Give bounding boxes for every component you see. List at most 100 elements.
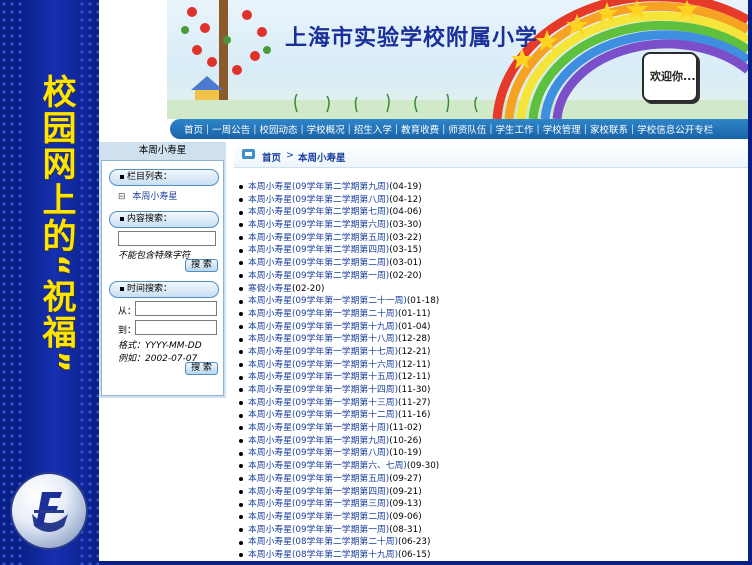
article-date: (01-11) xyxy=(398,308,431,319)
article-link[interactable]: 本周小寿星(09学年第二学期第一周) xyxy=(248,270,389,283)
nav-item[interactable]: 首页 xyxy=(184,122,203,136)
article-link[interactable]: 本周小寿星(09学年第一学期第二十周) xyxy=(248,308,398,321)
bullet-icon xyxy=(239,185,243,190)
nav-item[interactable]: 学校概况 xyxy=(307,122,345,136)
time-search-header-label: 时间搜索： xyxy=(127,284,173,294)
article-link[interactable]: 本周小寿星(09学年第二学期第五周) xyxy=(248,232,389,245)
article-link[interactable]: 本周小寿星(09学年第一学期第十三周) xyxy=(248,397,398,410)
list-item: 本周小寿星(09学年第一学期第三周) (09-13) xyxy=(239,498,744,511)
nav-item[interactable]: 学生工作 xyxy=(496,122,534,136)
list-item: 本周小寿星(09学年第一学期第十五周) (12-11) xyxy=(239,371,744,384)
nav-item[interactable]: 学校管理 xyxy=(543,122,581,136)
bullet-icon xyxy=(120,174,124,179)
list-item: 本周小寿星(09学年第一学期第十四周) (11-30) xyxy=(239,384,744,397)
article-link[interactable]: 本周小寿星(09学年第二学期第八周) xyxy=(248,194,389,207)
article-date: (11-30) xyxy=(398,385,431,395)
breadcrumb-home-link[interactable]: 首页 xyxy=(262,150,281,164)
article-link[interactable]: 本周小寿星(09学年第一学期第十八周) xyxy=(248,333,398,346)
article-link[interactable]: 本周小寿星(09学年第一学期第十五周) xyxy=(248,371,398,384)
article-date: (04-06) xyxy=(389,207,422,218)
nav-item[interactable]: 招生入学 xyxy=(354,122,392,136)
article-link[interactable]: 寒假小寿星 xyxy=(248,283,292,296)
nav-item[interactable]: 教育收费 xyxy=(401,122,439,136)
bullet-icon xyxy=(239,426,243,431)
list-item: 本周小寿星(09学年第一学期第十三周) (11-27) xyxy=(239,397,744,410)
article-link[interactable]: 本周小寿星(09学年第一学期第八周) xyxy=(248,447,389,460)
article-link[interactable]: 本周小寿星(09学年第一学期第九周) xyxy=(248,435,389,448)
nav-separator: | xyxy=(583,123,587,135)
article-link[interactable]: 本周小寿星(09学年第二学期第四周) xyxy=(248,244,389,257)
bullet-icon xyxy=(239,286,243,291)
article-link[interactable]: 本周小寿星(09学年第二学期第九周) xyxy=(248,181,389,194)
sidebar-panel: 栏目列表： ⊟ 本周小寿星 内容搜索： 不能包含特殊字符 搜 索 时间搜索： 从… xyxy=(101,160,224,396)
article-date: (09-21) xyxy=(389,486,422,497)
article-link[interactable]: 本周小寿星(09学年第一学期第五周) xyxy=(248,473,389,486)
content-search-input[interactable] xyxy=(118,231,216,246)
bullet-icon xyxy=(239,553,243,558)
article-link[interactable]: 本周小寿星(09学年第一学期第十六周) xyxy=(248,359,398,372)
article-link[interactable]: 本周小寿星(08学年第二学期第二十周) xyxy=(248,536,398,549)
slide-right-border xyxy=(748,0,752,565)
article-link[interactable]: 本周小寿星(09学年第一学期第十七周) xyxy=(248,346,398,359)
list-item: 本周小寿星(09学年第一学期第二十一周) (01-18) xyxy=(239,295,744,308)
article-link[interactable]: 本周小寿星(09学年第一学期第十九周) xyxy=(248,321,398,334)
article-date: (11-02) xyxy=(389,423,422,434)
article-date: (09-06) xyxy=(389,511,422,522)
category-item-row[interactable]: ⊟ 本周小寿星 xyxy=(118,189,177,202)
breadcrumb: 首页 > 本周小寿星 xyxy=(234,142,748,168)
bullet-icon xyxy=(239,261,243,266)
time-search-button[interactable]: 搜 索 xyxy=(185,362,218,375)
site-banner: 上海市实验学校附属小学 欢迎你... xyxy=(167,0,748,119)
article-date: (09-13) xyxy=(389,499,422,510)
nav-item[interactable]: 师资队伍 xyxy=(448,122,486,136)
nav-item[interactable]: 校园动态 xyxy=(259,122,297,136)
list-item: 本周小寿星(09学年第一学期第二十周) (01-11) xyxy=(239,308,744,321)
school-name: 上海市实验学校附属小学 xyxy=(285,26,539,51)
article-link[interactable]: 本周小寿星(09学年第一学期第六、七周) xyxy=(248,460,407,473)
article-link[interactable]: 本周小寿星(09学年第二学期第六周) xyxy=(248,219,389,232)
article-link[interactable]: 本周小寿星(09学年第一学期第十四周) xyxy=(248,384,398,397)
expand-minus-icon: ⊟ xyxy=(118,192,126,202)
list-item: 本周小寿星(08学年第二学期第十九周) (06-15) xyxy=(239,549,744,562)
article-link[interactable]: 本周小寿星(08学年第二学期第十九周) xyxy=(248,549,398,562)
article-link[interactable]: 本周小寿星(09学年第一学期第一周) xyxy=(248,524,389,537)
article-date: (09-27) xyxy=(389,473,422,484)
article-date: (03-01) xyxy=(389,258,422,269)
content-search-header-label: 内容搜索： xyxy=(127,214,173,224)
article-date: (03-15) xyxy=(389,245,422,256)
bullet-icon xyxy=(239,375,243,380)
bullet-icon xyxy=(239,388,243,393)
list-item: 本周小寿星(08学年第二学期第二十周) (06-23) xyxy=(239,536,744,549)
article-link[interactable]: 本周小寿星(09学年第二学期第七周) xyxy=(248,206,389,219)
list-item: 本周小寿星(09学年第一学期第六、七周) (09-30) xyxy=(239,460,744,473)
article-link[interactable]: 本周小寿星(09学年第二学期第二周) xyxy=(248,257,389,270)
category-list-header: 栏目列表： xyxy=(109,169,219,186)
nav-item[interactable]: 一周公告 xyxy=(212,122,250,136)
list-item: 本周小寿星(09学年第一学期第十六周) (12-11) xyxy=(239,359,744,372)
list-item: 本周小寿星(09学年第二学期第七周) (04-06) xyxy=(239,206,744,219)
time-search-header: 时间搜索： xyxy=(109,281,219,298)
nav-item[interactable]: 家校联系 xyxy=(590,122,628,136)
from-date-input[interactable] xyxy=(135,301,217,316)
article-link[interactable]: 本周小寿星(09学年第一学期第三周) xyxy=(248,498,389,511)
content-search-header: 内容搜索： xyxy=(109,211,219,228)
article-link[interactable]: 本周小寿星(09学年第一学期第十二周) xyxy=(248,409,398,422)
nav-separator: | xyxy=(394,123,399,135)
category-item-link[interactable]: 本周小寿星 xyxy=(132,192,177,202)
bullet-icon xyxy=(239,413,243,418)
to-date-input[interactable] xyxy=(135,320,217,335)
bullet-icon xyxy=(239,299,243,304)
article-link[interactable]: 本周小寿星(09学年第一学期第四周) xyxy=(248,486,389,499)
list-item: 本周小寿星(09学年第二学期第九周) (04-19) xyxy=(239,181,744,194)
article-date: (03-30) xyxy=(389,220,422,231)
article-link[interactable]: 本周小寿星(09学年第一学期第十周) xyxy=(248,422,389,435)
main-nav: 首页 | 一周公告 | 校园动态 | 学校概况 | 招生入学 | 教育收费 | 师资队伍 | 学生工作 | 学校… xyxy=(170,119,748,139)
list-item: 本周小寿星(09学年第二学期第六周) (03-30) xyxy=(239,219,744,232)
bullet-icon xyxy=(239,464,243,469)
bullet-icon xyxy=(239,502,243,507)
nav-item[interactable]: 学校信息公开专栏 xyxy=(637,122,713,136)
content-search-button[interactable]: 搜 索 xyxy=(185,259,218,272)
list-item: 本周小寿星(09学年第一学期第九周) (10-26) xyxy=(239,435,744,448)
article-link[interactable]: 本周小寿星(09学年第一学期第二十一周) xyxy=(248,295,407,308)
article-link[interactable]: 本周小寿星(09学年第一学期第二周) xyxy=(248,511,389,524)
